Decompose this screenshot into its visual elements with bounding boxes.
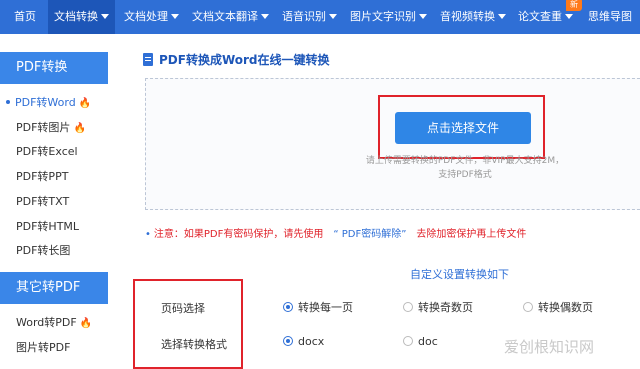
radio-label: docx xyxy=(298,335,325,348)
radio-label: 转换偶数页 xyxy=(538,301,593,314)
sidebar-item-label: PDF转HTML xyxy=(16,220,80,233)
radio-doc[interactable]: doc xyxy=(403,335,438,348)
fire-icon: 🔥 xyxy=(78,98,92,109)
nav-item-label: 文档文本翻译 xyxy=(192,10,258,23)
nav-item-plagiarism[interactable]: 论文查重 xyxy=(518,0,573,34)
format-label: 选择转换格式 xyxy=(161,338,227,351)
nav-item-doc-process[interactable]: 文档处理 xyxy=(124,0,179,34)
new-badge: 新 xyxy=(566,0,582,11)
nav-item-label: 论文查重 xyxy=(518,10,562,23)
sidebar: PDF转换 PDF转Word 🔥 PDF转图片 🔥 PDF转Excel PDF转PP… xyxy=(0,34,108,366)
radio-icon xyxy=(403,302,413,312)
main-content: PDF转换成Word在线一键转换 点击选择文件 请上传需要转换的PDF文件，非V… xyxy=(125,34,640,369)
radio-every-page[interactable]: 转换每一页 xyxy=(283,299,353,315)
fire-icon: 🔥 xyxy=(79,318,93,329)
radio-icon xyxy=(523,302,533,312)
sidebar-item-pdf-to-excel[interactable]: PDF转Excel xyxy=(0,140,108,164)
fire-icon: 🔥 xyxy=(73,123,86,134)
sidebar-item-label: PDF转图片 xyxy=(16,121,71,134)
sidebar-item-pdf-to-image[interactable]: PDF转图片 🔥 xyxy=(0,116,108,140)
radio-even-pages[interactable]: 转换偶数页 xyxy=(523,299,593,315)
chevron-down-icon xyxy=(261,13,269,19)
nav-item-label: 思维导图 xyxy=(588,10,632,23)
sidebar-item-label: Word转PDF xyxy=(16,316,77,329)
chevron-down-icon xyxy=(171,13,179,19)
settings-title: 自定义设置转换如下 xyxy=(410,268,509,281)
sidebar-item-label: PDF转TXT xyxy=(16,195,70,208)
chevron-down-icon xyxy=(329,13,337,19)
nav-item-mindmap[interactable]: 思维导图 xyxy=(588,0,632,34)
radio-checked-icon xyxy=(283,302,293,312)
pdf-unlock-link[interactable]: “ PDF密码解除” xyxy=(333,229,406,240)
notice-text: 注意：如果PDF有密码保护，请先使用 xyxy=(153,229,324,240)
sidebar-item-label: 图片转PDF xyxy=(16,341,71,354)
radio-docx[interactable]: docx xyxy=(283,335,324,348)
radio-icon xyxy=(403,336,413,346)
page-title: PDF转换成Word在线一键转换 xyxy=(143,52,330,68)
page-title-text: PDF转换成Word在线一键转换 xyxy=(159,53,330,67)
sidebar-item-label: PDF转Word xyxy=(15,96,76,109)
upload-hint-line: 请上传需要转换的PDF文件，非VIP最大支持2M， xyxy=(365,156,565,166)
sidebar-group-title: 其它转PDF xyxy=(0,272,108,304)
sidebar-item-pdf-to-ppt[interactable]: PDF转PPT xyxy=(0,165,108,189)
sidebar-item-image-to-pdf[interactable]: 图片转PDF xyxy=(0,336,108,360)
sidebar-item-word-to-pdf[interactable]: Word转PDF 🔥 xyxy=(0,311,108,335)
notice-text: 去除加密保护再上传文件 xyxy=(416,229,527,240)
radio-checked-icon xyxy=(283,336,293,346)
nav-item-speech[interactable]: 语音识别 xyxy=(282,0,337,34)
upload-hint: 请上传需要转换的PDF文件，非VIP最大支持2M， 支持PDF格式 xyxy=(345,154,585,182)
document-icon xyxy=(143,52,153,66)
nav-item-label: 文档处理 xyxy=(124,10,168,23)
nav-item-translate[interactable]: 文档文本翻译 xyxy=(192,0,269,34)
select-file-button[interactable]: 点击选择文件 xyxy=(395,112,531,144)
radio-label: 转换奇数页 xyxy=(418,301,473,314)
bullet-icon: • xyxy=(145,229,151,240)
sidebar-item-label: PDF转Excel xyxy=(16,145,78,158)
nav-item-label: 首页 xyxy=(14,10,36,23)
sidebar-group-title: PDF转换 xyxy=(0,52,108,84)
nav-item-label: 文档转换 xyxy=(54,10,98,23)
sidebar-item-label: PDF转长图 xyxy=(16,244,71,257)
chevron-down-icon xyxy=(419,13,427,19)
upload-hint-line: 支持PDF格式 xyxy=(438,170,492,180)
password-notice: • 注意：如果PDF有密码保护，请先使用 “ PDF密码解除” 去除加密保护再上传文件 xyxy=(145,228,526,242)
watermark: 爱创根知识网 xyxy=(504,338,595,356)
nav-item-label: 图片文字识别 xyxy=(350,10,416,23)
nav-item-ocr[interactable]: 图片文字识别 xyxy=(350,0,427,34)
bullet-icon xyxy=(6,100,10,104)
nav-item-av-convert[interactable]: 音视频转换 xyxy=(440,0,506,34)
nav-item-doc-convert[interactable]: 文档转换 xyxy=(48,0,115,34)
chevron-down-icon xyxy=(498,13,506,19)
radio-label: doc xyxy=(418,335,438,348)
sidebar-item-pdf-to-txt[interactable]: PDF转TXT xyxy=(0,190,108,214)
top-nav: 首页 文档转换 文档处理 文档文本翻译 语音识别 图片文字识别 音视频转换 论文… xyxy=(0,0,640,34)
nav-item-label: 音视频转换 xyxy=(440,10,495,23)
nav-item-label: 语音识别 xyxy=(282,10,326,23)
sidebar-item-label: PDF转PPT xyxy=(16,170,69,183)
chevron-down-icon xyxy=(565,13,573,19)
sidebar-item-pdf-to-html[interactable]: PDF转HTML xyxy=(0,215,108,239)
sidebar-item-pdf-to-word[interactable]: PDF转Word 🔥 xyxy=(0,91,108,115)
page-select-label: 页码选择 xyxy=(161,302,205,315)
chevron-down-icon xyxy=(101,13,109,19)
radio-label: 转换每一页 xyxy=(298,301,353,314)
sidebar-item-pdf-to-long-image[interactable]: PDF转长图 xyxy=(0,239,108,263)
highlight-frame xyxy=(133,279,243,369)
radio-odd-pages[interactable]: 转换奇数页 xyxy=(403,299,473,315)
nav-item-home[interactable]: 首页 xyxy=(14,0,36,34)
